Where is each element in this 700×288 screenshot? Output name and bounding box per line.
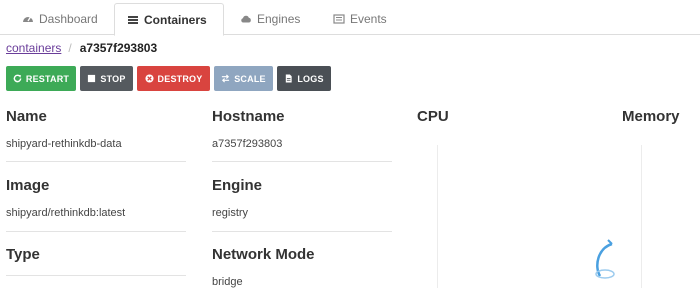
refresh-icon (13, 74, 22, 83)
nav-tabs: Dashboard Containers Engines Events (0, 0, 700, 36)
breadcrumb-separator: / (68, 41, 72, 55)
hostname-divider (212, 161, 392, 162)
tab-engines[interactable]: Engines (228, 3, 318, 35)
list-icon (127, 14, 139, 26)
hostname-label: Hostname (212, 108, 285, 125)
destroy-label: DESTROY (157, 73, 203, 84)
cpu-chart-area (437, 145, 438, 288)
restart-label: RESTART (25, 73, 70, 84)
tab-engines-label: Engines (257, 12, 301, 26)
logs-label: LOGS (297, 73, 324, 84)
type-divider (6, 275, 186, 276)
breadcrumb: containers / a7357f293803 (6, 41, 157, 55)
dashboard-icon (22, 13, 34, 25)
tab-events[interactable]: Events (321, 3, 411, 35)
cloud-icon (240, 13, 252, 25)
tab-containers-label: Containers (144, 12, 207, 27)
tab-dashboard[interactable]: Dashboard (10, 3, 113, 35)
logs-button[interactable]: LOGS (277, 66, 331, 91)
destroy-button[interactable]: DESTROY (137, 66, 210, 91)
image-divider (6, 231, 186, 232)
name-label: Name (6, 108, 47, 125)
image-label: Image (6, 177, 50, 194)
events-icon (333, 13, 345, 25)
scale-label: SCALE (234, 73, 266, 84)
network-mode-value: bridge (212, 276, 243, 288)
engine-value: registry (212, 207, 249, 219)
breadcrumb-current: a7357f293803 (79, 41, 158, 55)
tab-containers[interactable]: Containers (114, 3, 224, 36)
stop-button[interactable]: STOP (80, 66, 133, 91)
hostname-value: a7357f293803 (212, 138, 283, 150)
name-divider (6, 161, 186, 162)
site-watermark-logo (592, 236, 696, 286)
image-value: shipyard/rethinkdb:latest (6, 207, 126, 219)
tab-dashboard-label: Dashboard (39, 12, 98, 26)
stop-icon (87, 74, 96, 83)
tab-events-label: Events (350, 12, 387, 26)
exchange-icon (221, 74, 230, 83)
engine-divider (212, 231, 392, 232)
breadcrumb-containers-link[interactable]: containers (6, 41, 61, 55)
network-mode-label: Network Mode (212, 246, 315, 263)
restart-button[interactable]: RESTART (6, 66, 76, 91)
stop-label: STOP (100, 73, 126, 84)
type-label: Type (6, 246, 40, 263)
remove-icon (144, 74, 154, 83)
file-icon (284, 74, 293, 83)
scale-button[interactable]: SCALE (214, 66, 273, 91)
memory-label: Memory (622, 108, 680, 125)
name-value: shipyard-rethinkdb-data (6, 138, 122, 150)
cpu-label: CPU (417, 108, 449, 125)
engine-label: Engine (212, 177, 263, 194)
